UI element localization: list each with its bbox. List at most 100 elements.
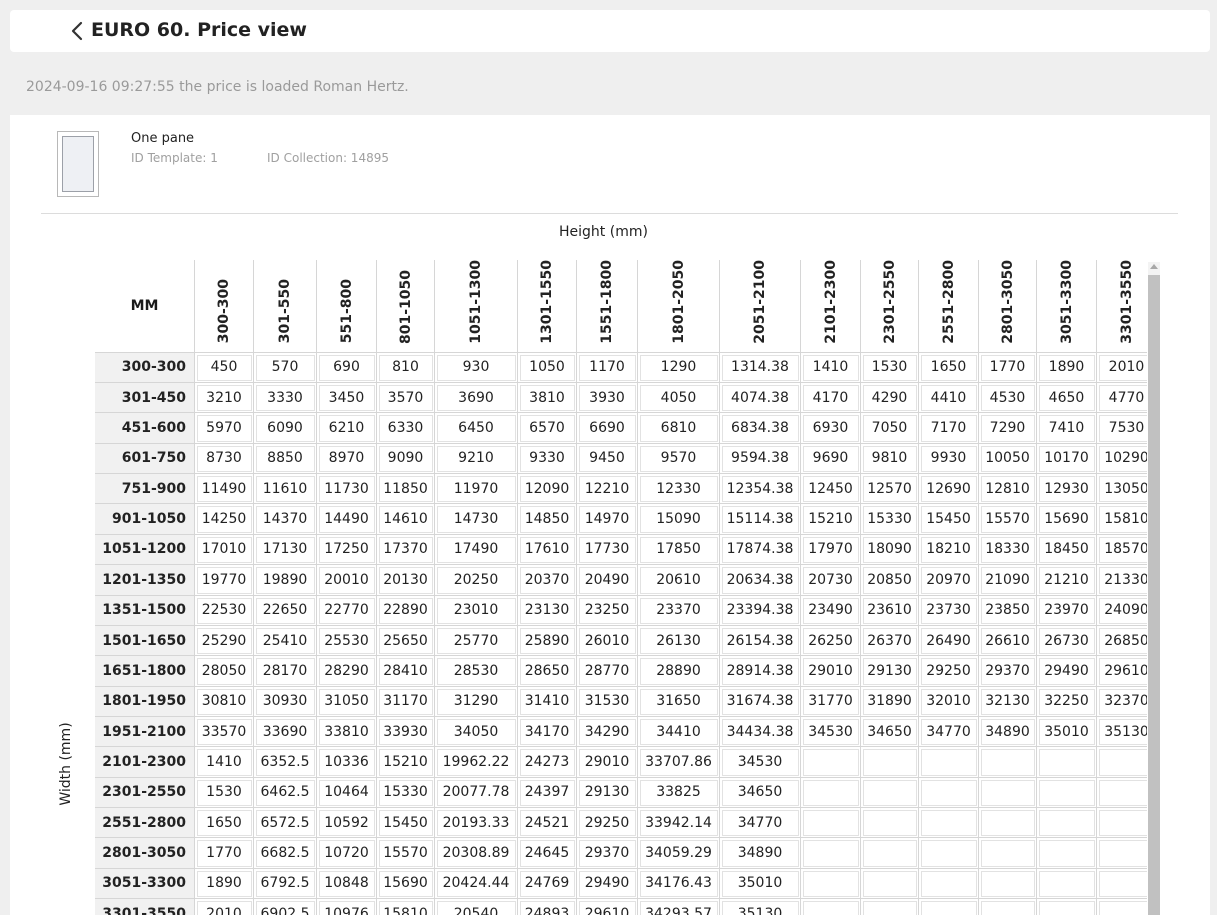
price-cell[interactable]: 20424.44 [435, 868, 518, 899]
price-cell[interactable]: 31650 [638, 686, 720, 717]
price-cell[interactable]: 12450 [801, 474, 861, 505]
price-cell[interactable] [1037, 777, 1097, 808]
price-cell[interactable]: 3690 [435, 383, 518, 414]
price-cell[interactable] [1097, 777, 1147, 808]
price-cell[interactable]: 32130 [979, 686, 1037, 717]
price-cell[interactable]: 6930 [801, 413, 861, 444]
price-cell[interactable]: 21090 [979, 565, 1037, 596]
vertical-scrollbar[interactable] [1148, 262, 1160, 915]
price-cell[interactable]: 14730 [435, 504, 518, 535]
price-cell[interactable] [1097, 807, 1147, 839]
price-cell[interactable] [979, 838, 1037, 869]
price-cell[interactable]: 22890 [377, 595, 435, 626]
price-cell[interactable]: 6682.5 [254, 838, 317, 869]
price-cell[interactable]: 4530 [979, 383, 1037, 414]
price-cell[interactable]: 9594.38 [720, 443, 801, 475]
price-cell[interactable]: 29250 [577, 807, 638, 839]
price-cell[interactable]: 29010 [801, 656, 861, 687]
price-cell[interactable]: 25650 [377, 625, 435, 657]
price-cell[interactable]: 18210 [919, 534, 979, 566]
price-cell[interactable]: 5970 [195, 413, 254, 444]
price-cell[interactable]: 810 [377, 352, 435, 384]
price-cell[interactable]: 31890 [861, 686, 919, 717]
price-cell[interactable]: 33570 [195, 716, 254, 748]
price-cell[interactable]: 34050 [435, 716, 518, 748]
price-cell[interactable]: 1530 [195, 777, 254, 808]
price-cell[interactable] [1037, 898, 1097, 915]
price-cell[interactable]: 23394.38 [720, 595, 801, 626]
price-cell[interactable] [919, 747, 979, 778]
price-cell[interactable]: 33707.86 [638, 747, 720, 778]
price-cell[interactable] [1097, 747, 1147, 778]
price-cell[interactable]: 24645 [518, 838, 577, 869]
price-cell[interactable]: 2010 [1097, 352, 1147, 384]
price-cell[interactable]: 17250 [317, 534, 377, 566]
price-cell[interactable]: 25770 [435, 625, 518, 657]
price-cell[interactable]: 19890 [254, 565, 317, 596]
price-table-viewport[interactable]: MM 300-300 301-550 551-800 801-1050 1051-130… [95, 260, 1147, 915]
price-cell[interactable]: 6210 [317, 413, 377, 444]
price-cell[interactable]: 20250 [435, 565, 518, 596]
price-cell[interactable]: 20540 [435, 898, 518, 915]
price-cell[interactable]: 1290 [638, 352, 720, 384]
price-cell[interactable]: 11490 [195, 474, 254, 505]
price-cell[interactable]: 15330 [377, 777, 435, 808]
price-cell[interactable]: 23010 [435, 595, 518, 626]
price-cell[interactable]: 12570 [861, 474, 919, 505]
price-cell[interactable] [1097, 868, 1147, 899]
price-cell[interactable]: 34530 [720, 747, 801, 778]
price-cell[interactable]: 10290 [1097, 443, 1147, 475]
price-cell[interactable]: 10720 [317, 838, 377, 869]
price-cell[interactable] [861, 807, 919, 839]
price-cell[interactable]: 15450 [919, 504, 979, 535]
price-cell[interactable]: 29610 [1097, 656, 1147, 687]
price-cell[interactable] [979, 807, 1037, 839]
price-cell[interactable]: 25890 [518, 625, 577, 657]
price-cell[interactable]: 25290 [195, 625, 254, 657]
price-cell[interactable]: 9810 [861, 443, 919, 475]
price-cell[interactable]: 9090 [377, 443, 435, 475]
price-cell[interactable]: 15210 [801, 504, 861, 535]
price-cell[interactable]: 3210 [195, 383, 254, 414]
price-cell[interactable]: 9450 [577, 443, 638, 475]
price-cell[interactable]: 15810 [377, 898, 435, 915]
price-cell[interactable] [1097, 838, 1147, 869]
price-cell[interactable]: 24521 [518, 807, 577, 839]
price-cell[interactable]: 7170 [919, 413, 979, 444]
price-cell[interactable]: 8970 [317, 443, 377, 475]
price-cell[interactable]: 4650 [1037, 383, 1097, 414]
price-cell[interactable]: 29010 [577, 747, 638, 778]
price-cell[interactable]: 31410 [518, 686, 577, 717]
price-cell[interactable]: 29490 [577, 868, 638, 899]
price-cell[interactable] [919, 868, 979, 899]
price-cell[interactable]: 35130 [1097, 716, 1147, 748]
price-cell[interactable]: 1890 [195, 868, 254, 899]
price-cell[interactable]: 31770 [801, 686, 861, 717]
price-cell[interactable]: 4050 [638, 383, 720, 414]
price-cell[interactable] [1037, 807, 1097, 839]
price-cell[interactable]: 20730 [801, 565, 861, 596]
price-cell[interactable]: 34530 [801, 716, 861, 748]
price-cell[interactable] [861, 898, 919, 915]
price-cell[interactable]: 450 [195, 352, 254, 384]
price-cell[interactable]: 20077.78 [435, 777, 518, 808]
scrollbar-thumb[interactable] [1148, 275, 1160, 915]
price-cell[interactable]: 34890 [720, 838, 801, 869]
price-cell[interactable]: 28290 [317, 656, 377, 687]
price-cell[interactable]: 34650 [861, 716, 919, 748]
price-cell[interactable]: 26250 [801, 625, 861, 657]
price-cell[interactable]: 9690 [801, 443, 861, 475]
price-cell[interactable]: 29130 [861, 656, 919, 687]
price-cell[interactable]: 26370 [861, 625, 919, 657]
price-cell[interactable] [801, 838, 861, 869]
price-cell[interactable]: 24769 [518, 868, 577, 899]
price-cell[interactable]: 28050 [195, 656, 254, 687]
price-cell[interactable]: 26610 [979, 625, 1037, 657]
price-cell[interactable]: 6450 [435, 413, 518, 444]
price-cell[interactable]: 34770 [919, 716, 979, 748]
price-cell[interactable]: 24090 [1097, 595, 1147, 626]
price-cell[interactable]: 24397 [518, 777, 577, 808]
price-cell[interactable]: 14610 [377, 504, 435, 535]
price-cell[interactable]: 14970 [577, 504, 638, 535]
price-cell[interactable]: 10976 [317, 898, 377, 915]
